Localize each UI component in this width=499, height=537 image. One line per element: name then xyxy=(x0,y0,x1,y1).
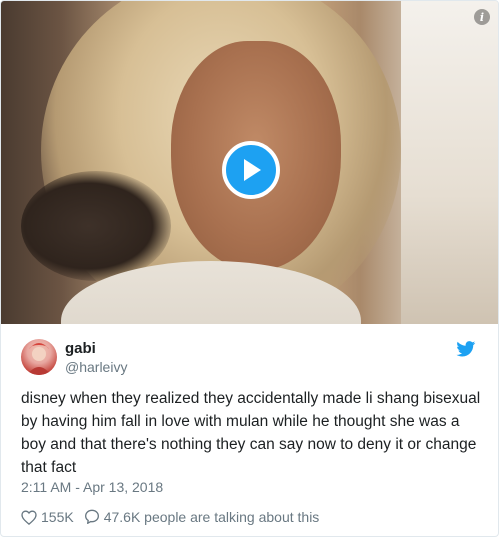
tweet-author[interactable]: gabi @harleivy xyxy=(21,337,127,377)
twitter-bird-icon[interactable] xyxy=(456,341,476,362)
tweet-text: disney when they realized they accidenta… xyxy=(21,390,481,476)
like-count: 155K xyxy=(41,509,74,525)
embedded-tweet-card: i gabi @harleivy disney when they realiz… xyxy=(0,0,499,537)
talking-action[interactable]: 47.6K people are talking about this xyxy=(84,509,320,525)
author-display-name[interactable]: gabi xyxy=(65,339,127,358)
like-action[interactable]: 155K xyxy=(21,509,74,525)
tweet-timestamp[interactable]: 2:11 AM - Apr 13, 2018 xyxy=(21,479,163,495)
speech-bubble-icon xyxy=(84,509,99,524)
talking-count: 47.6K people are talking about this xyxy=(103,509,320,525)
author-handle[interactable]: @harleivy xyxy=(65,358,127,376)
tweet-actions: 155K 47.6K people are talking about this xyxy=(21,507,329,527)
play-button[interactable] xyxy=(222,141,280,199)
tweet-video[interactable]: i xyxy=(1,1,498,324)
play-icon xyxy=(244,159,261,181)
author-names: gabi @harleivy xyxy=(65,339,127,376)
video-background-window xyxy=(401,1,498,324)
heart-icon xyxy=(21,509,37,525)
video-figure-curl xyxy=(21,171,171,281)
avatar[interactable] xyxy=(21,339,57,375)
info-icon[interactable]: i xyxy=(474,9,490,25)
